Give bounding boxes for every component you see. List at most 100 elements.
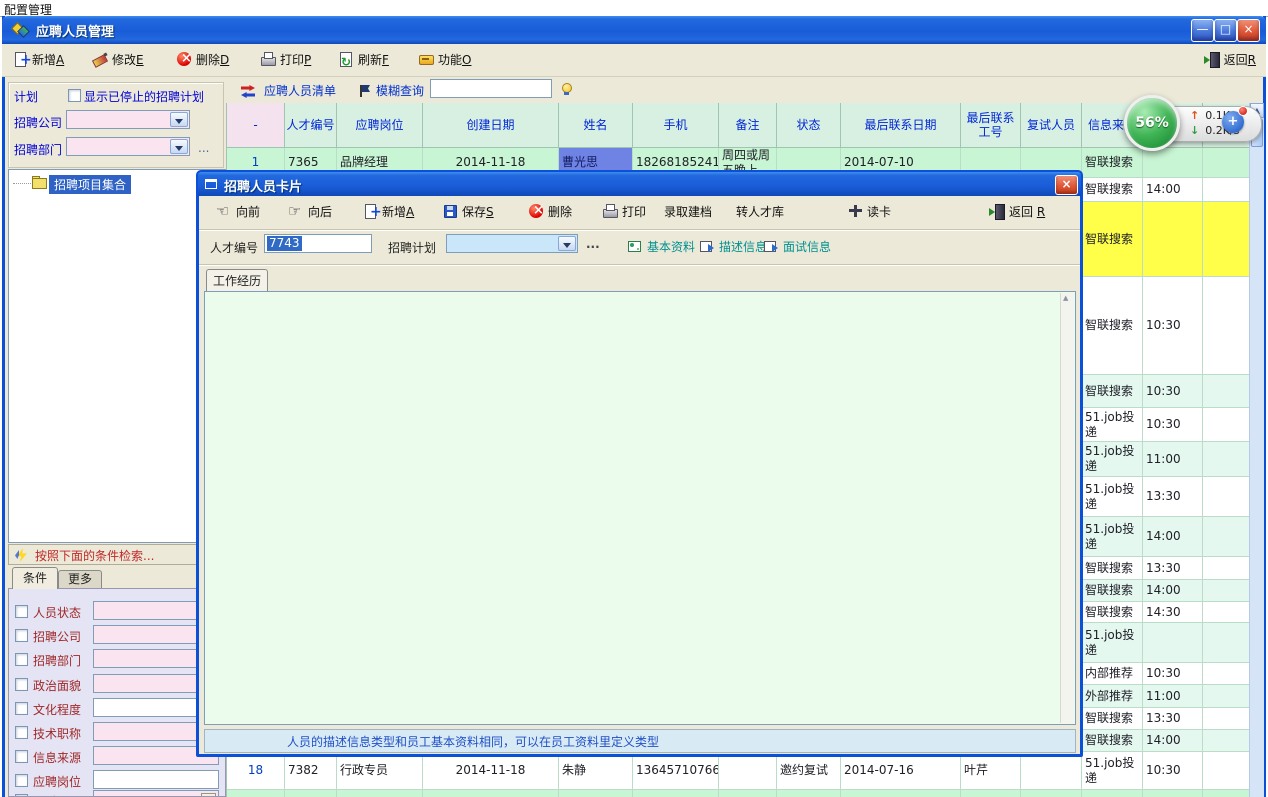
table-cell[interactable] [841, 790, 961, 797]
show-stopped-checkbox[interactable] [68, 89, 81, 102]
table-cell[interactable]: 11:00 [1143, 442, 1203, 477]
dialog-toolbar-button-2[interactable]: 向后 [288, 202, 332, 222]
column-header[interactable]: 复试人员 [1021, 103, 1082, 148]
company-combo[interactable] [66, 110, 190, 129]
table-cell[interactable]: 10:30 [1143, 752, 1203, 790]
search-checkbox[interactable] [15, 750, 28, 763]
column-header[interactable]: 备注 [719, 103, 777, 148]
column-header[interactable]: 最后联系工号 [961, 103, 1021, 148]
dialog-link-3[interactable]: 面试信息 [763, 238, 831, 255]
dialog-close-button[interactable]: × [1055, 175, 1078, 195]
toolbar-button-6[interactable]: 功能O [418, 50, 471, 70]
toolbar-button-1[interactable]: 新增A [12, 50, 64, 70]
column-header[interactable]: 人才编号 [285, 103, 337, 148]
memory-ball[interactable]: 56% [1124, 95, 1180, 151]
tab-condition[interactable]: 条件 [12, 567, 58, 589]
toolbar-button-5[interactable]: 刷新F [338, 50, 389, 70]
table-cell[interactable] [337, 790, 423, 797]
table-cell[interactable]: 51.job投递 [1082, 623, 1143, 663]
table-cell[interactable]: 智联搜索 [1082, 730, 1143, 752]
chevron-down-icon[interactable] [558, 236, 576, 251]
table-cell[interactable]: 智联搜索 [1082, 178, 1143, 202]
table-cell[interactable]: 10:30 [1143, 408, 1203, 442]
table-cell[interactable] [1203, 708, 1250, 730]
table-cell[interactable] [719, 752, 777, 790]
dialog-return-button[interactable]: 返回 R [989, 202, 1045, 222]
search-checkbox[interactable] [15, 726, 28, 739]
table-cell[interactable] [1203, 663, 1250, 685]
table-cell[interactable] [285, 790, 337, 797]
toolbar-button-2[interactable]: 修改E [92, 50, 144, 70]
search-header-label[interactable]: 按照下面的条件检索... [35, 547, 154, 564]
column-header[interactable]: 应聘岗位 [337, 103, 423, 148]
search-checkbox[interactable] [15, 605, 28, 618]
dept-combo[interactable] [66, 137, 190, 156]
plan-combo[interactable] [446, 234, 578, 253]
table-cell[interactable] [1143, 202, 1203, 277]
table-cell[interactable]: 10:30 [1143, 375, 1203, 408]
tab-applicant-list[interactable]: 应聘人员清单 [264, 82, 336, 99]
table-cell[interactable] [1203, 408, 1250, 442]
dialog-toolbar-button-4[interactable]: 保存S [442, 202, 494, 222]
column-header[interactable]: 姓名 [559, 103, 633, 148]
table-cell[interactable]: 智联搜索 [1082, 557, 1143, 580]
table-cell[interactable] [1203, 148, 1250, 178]
table-cell[interactable]: 14:00 [1143, 178, 1203, 202]
dialog-toolbar-button-8[interactable]: 转人才库 [736, 202, 784, 222]
table-cell[interactable]: 13645710766 [633, 752, 719, 790]
search-checkbox[interactable] [15, 774, 28, 787]
table-cell[interactable] [777, 790, 841, 797]
table-cell[interactable] [1203, 790, 1250, 797]
table-cell[interactable]: 智联搜索 [1082, 375, 1143, 408]
table-cell[interactable] [1203, 517, 1250, 557]
table-cell[interactable] [1203, 602, 1250, 623]
tab-work-history[interactable]: 工作经历 [206, 269, 268, 292]
table-cell[interactable]: 智联搜索 [1082, 602, 1143, 623]
search-field-input[interactable] [93, 790, 219, 797]
table-cell[interactable] [1143, 623, 1203, 663]
toolbar-button-4[interactable]: 打印P [260, 50, 311, 70]
table-cell[interactable]: 14:00 [1143, 580, 1203, 602]
table-cell[interactable] [633, 790, 719, 797]
table-cell[interactable] [423, 790, 559, 797]
column-header[interactable]: 创建日期 [423, 103, 559, 148]
tab-fuzzy-query[interactable]: 模糊查询 [376, 82, 424, 99]
table-cell[interactable]: 10:30 [1143, 277, 1203, 375]
table-cell[interactable]: 朱静 [559, 752, 633, 790]
table-cell[interactable] [1203, 730, 1250, 752]
table-cell[interactable]: 14:00 [1143, 730, 1203, 752]
search-field-input[interactable] [93, 770, 219, 789]
table-cell[interactable]: 智联搜索 [1082, 148, 1143, 178]
lookup-button[interactable] [201, 793, 216, 797]
read-card-button[interactable]: 读卡 [847, 202, 891, 222]
table-cell[interactable]: 外部推荐 [1082, 685, 1143, 708]
table-cell[interactable]: 13:30 [1143, 557, 1203, 580]
column-header[interactable]: - [227, 103, 285, 148]
tree-item-projects[interactable]: 招聘项目集合 [49, 175, 131, 194]
dialog-toolbar-button-5[interactable]: 删除 [528, 202, 572, 222]
table-cell[interactable]: 51.job投递 [1082, 517, 1143, 557]
table-cell[interactable]: 2014-07-16 [841, 752, 961, 790]
dialog-link-1[interactable]: 基本资料 [627, 238, 695, 255]
chevron-down-icon[interactable] [170, 112, 188, 127]
column-header[interactable]: 状态 [777, 103, 841, 148]
close-button[interactable]: × [1237, 19, 1260, 42]
table-cell[interactable]: 18 [227, 752, 285, 790]
table-cell[interactable]: 智联搜索 [1082, 277, 1143, 375]
dialog-link-2[interactable]: 描述信息 [699, 238, 767, 255]
table-cell[interactable] [1203, 178, 1250, 202]
dialog-toolbar-button-3[interactable]: 新增A [362, 202, 414, 222]
memo-scrollbar[interactable] [1060, 293, 1074, 723]
dialog-toolbar-button-6[interactable]: 打印 [602, 202, 646, 222]
table-cell[interactable]: 7382 [285, 752, 337, 790]
table-cell[interactable] [1082, 790, 1143, 797]
search-checkbox[interactable] [15, 653, 28, 666]
column-header[interactable]: 最后联系日期 [841, 103, 961, 148]
table-cell[interactable]: 51.job投递 [1082, 442, 1143, 477]
table-cell[interactable] [1203, 375, 1250, 408]
table-cell[interactable]: 51.job投递 [1082, 752, 1143, 790]
table-cell[interactable]: 2014-11-18 [423, 752, 559, 790]
work-history-memo[interactable] [204, 291, 1076, 725]
table-cell[interactable]: 51.job投递 [1082, 477, 1143, 517]
tab-more[interactable]: 更多 [58, 570, 102, 589]
